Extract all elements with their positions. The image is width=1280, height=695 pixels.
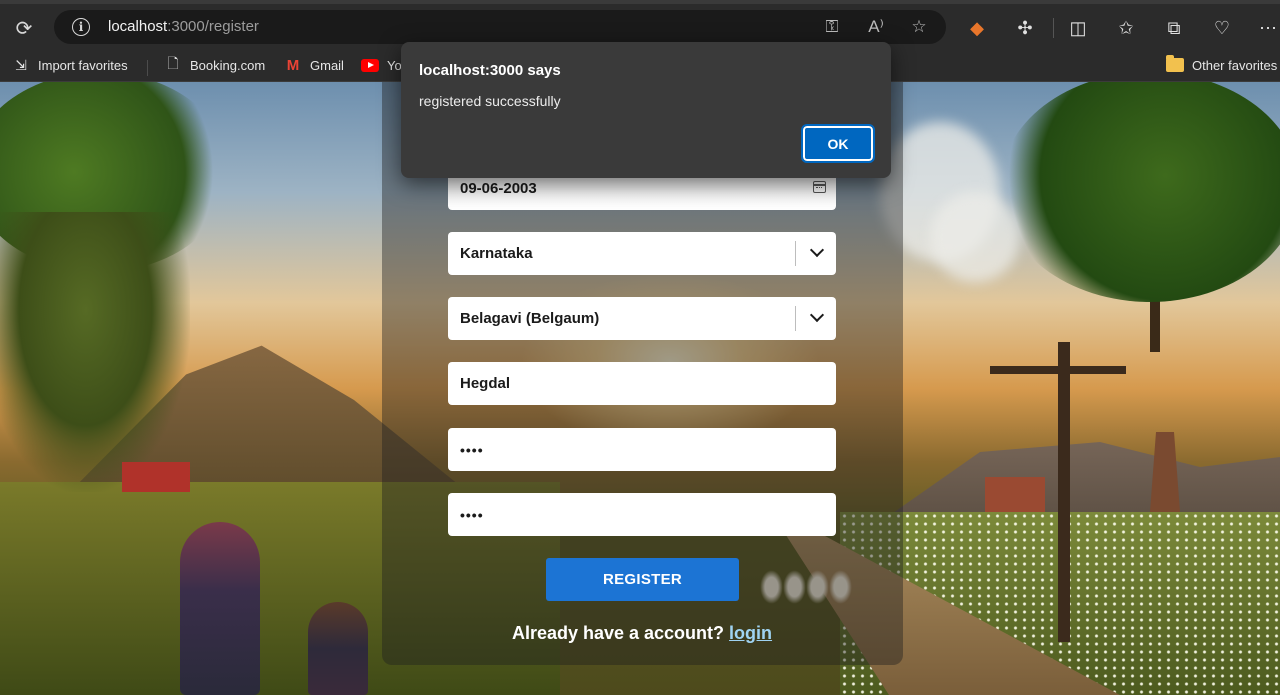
hill-right — [880, 442, 1280, 522]
refresh-icon[interactable]: ⟳ — [8, 12, 40, 44]
folder-icon — [1166, 55, 1184, 72]
confirm-password-input[interactable]: •••• — [448, 493, 836, 536]
favorite-label: Yo — [387, 57, 402, 73]
collections-icon[interactable]: ⧉ — [1159, 14, 1189, 42]
favorite-label: Booking.com — [190, 57, 266, 73]
favorite-label: Gmail — [310, 57, 344, 73]
calendar-icon[interactable] — [813, 181, 826, 193]
chevron-down-icon[interactable] — [809, 307, 825, 323]
tree-right — [1000, 82, 1280, 302]
windmill — [1150, 432, 1180, 512]
farmhouse — [985, 477, 1045, 512]
child — [308, 602, 368, 695]
login-prompt: Already have a account? login — [448, 623, 836, 644]
password-input[interactable]: •••• — [448, 428, 836, 471]
toolbar-divider — [1053, 18, 1054, 38]
favorite-star-icon[interactable]: ☆ — [907, 16, 931, 38]
page-icon: 🗋 — [167, 55, 179, 71]
other-favorites-label: Other favorites — [1192, 57, 1278, 73]
dob-value: 09-06-2003 — [460, 180, 537, 197]
state-select[interactable]: Karnataka — [448, 232, 836, 275]
password-value: •••• — [460, 441, 484, 458]
gmail-icon: M — [286, 56, 300, 74]
read-aloud-icon[interactable]: A⁾ — [864, 16, 888, 38]
register-button[interactable]: REGISTER — [546, 558, 739, 601]
key-icon[interactable]: ⚿ — [820, 16, 844, 38]
utility-pole-crossbar — [990, 366, 1126, 374]
palm-tree — [0, 212, 190, 492]
district-value: Belagavi (Belgaum) — [460, 310, 600, 327]
url-path: :3000/register — [167, 18, 259, 35]
url-host: localhost — [108, 18, 168, 35]
utility-pole — [1058, 342, 1070, 642]
favorites-icon[interactable]: ✩ — [1111, 14, 1141, 42]
chevron-down-icon[interactable] — [809, 242, 825, 258]
address-bar[interactable]: i localhost:3000/register ⚿ A⁾ ☆ — [54, 10, 946, 44]
confirm-password-value: •••• — [460, 506, 484, 523]
info-icon[interactable]: i — [72, 18, 90, 36]
other-favorites[interactable]: Other favorites — [1166, 54, 1277, 76]
dialog-title: localhost:3000 says — [419, 62, 561, 79]
browser-essentials-icon[interactable]: ♡ — [1207, 14, 1237, 42]
url-text[interactable]: localhost:3000/register — [108, 18, 259, 35]
state-value: Karnataka — [460, 245, 533, 262]
youtube-icon — [361, 58, 379, 72]
import-icon: ⇲ — [15, 56, 27, 73]
favorite-booking[interactable]: 🗋 Booking.com — [164, 54, 265, 76]
red-barn — [122, 462, 190, 492]
district-select[interactable]: Belagavi (Belgaum) — [448, 297, 836, 340]
browser-toolbar: ⟳ i localhost:3000/register ⚿ A⁾ ☆ ◆ ✣ ◫… — [0, 0, 1280, 48]
alert-dialog: localhost:3000 says registered successfu… — [401, 42, 891, 178]
account-prompt-text: Already have a account? — [511, 623, 730, 643]
favorite-youtube[interactable]: Yo — [361, 54, 402, 76]
ok-button[interactable]: OK — [801, 124, 875, 163]
favorites-divider — [147, 60, 148, 76]
village-input[interactable]: Hegdal — [448, 362, 836, 405]
farmer-woman — [180, 522, 260, 695]
split-screen-icon[interactable]: ◫ — [1063, 14, 1093, 42]
favorite-label: Import favorites — [38, 57, 128, 73]
favorite-import[interactable]: ⇲ Import favorites — [12, 54, 128, 76]
select-divider — [795, 241, 796, 266]
select-divider — [795, 306, 796, 331]
login-link[interactable]: login — [729, 623, 772, 643]
dialog-message: registered successfully — [419, 93, 561, 109]
village-value: Hegdal — [460, 375, 511, 392]
more-icon[interactable]: ⋯ — [1253, 14, 1280, 42]
extensions-icon[interactable]: ✣ — [1010, 14, 1040, 42]
favorite-gmail[interactable]: M Gmail — [284, 54, 344, 76]
metamask-fox-icon[interactable]: ◆ — [962, 14, 992, 42]
